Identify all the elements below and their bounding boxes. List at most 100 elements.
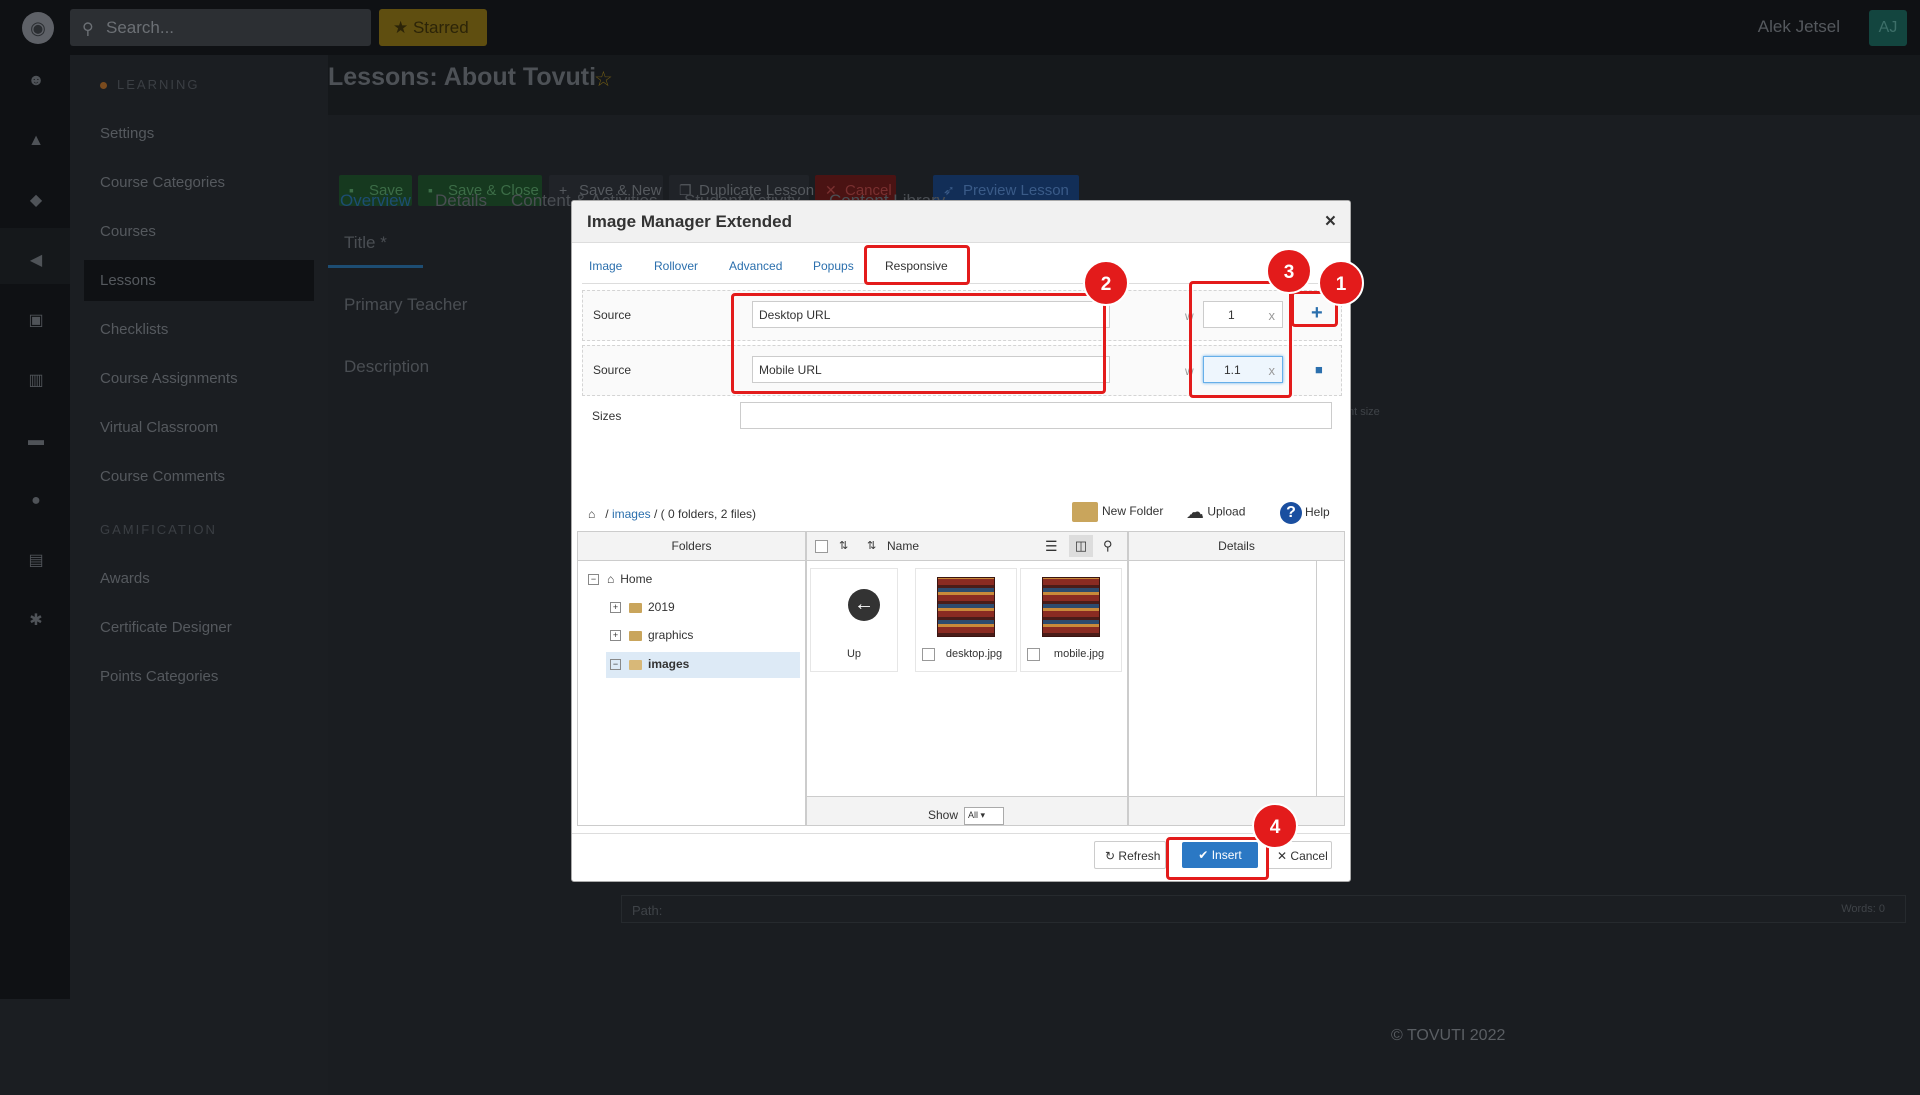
favorite-star-icon[interactable]: ☆ — [594, 67, 613, 92]
title-field-label: Title * — [344, 233, 387, 252]
sidebar-item-points-categories[interactable]: Points Categories — [100, 668, 218, 685]
megaphone-icon[interactable]: ◀ — [25, 250, 47, 272]
breadcrumb-info: ( 0 folders, 2 files) — [660, 507, 757, 521]
tree-label: Home — [620, 572, 653, 586]
file-tile-mobile[interactable]: mobile.jpg — [1020, 568, 1122, 672]
collapse-icon[interactable]: − — [610, 659, 621, 671]
show-select-value: All — [968, 810, 979, 820]
page-title: Lessons: About Tovuti — [328, 63, 597, 91]
list-view-icon[interactable]: ☰ — [1045, 532, 1058, 560]
show-select[interactable]: All ▾ — [964, 807, 1005, 825]
help-label: Help — [1305, 505, 1330, 520]
file-tile-up[interactable]: ← Up — [810, 568, 898, 672]
sidebar-item-courses[interactable]: Courses — [100, 223, 156, 240]
source-label: Source — [593, 363, 632, 377]
close-icon: ✕ — [1277, 849, 1288, 863]
name-column-header[interactable]: Name — [887, 532, 919, 560]
tree-item-2019[interactable]: +2019 — [610, 600, 675, 614]
palette-icon[interactable]: ● — [25, 490, 47, 512]
new-folder-label: New Folder — [1102, 504, 1164, 519]
shapes-icon[interactable]: ▲ — [25, 130, 47, 152]
upload-button[interactable]: ☁ Upload — [1186, 502, 1245, 523]
help-button[interactable]: ? Help — [1280, 502, 1330, 524]
bookshelf-thumbnail — [937, 577, 995, 637]
tree-label: images — [648, 657, 690, 671]
sizes-label: Sizes — [592, 409, 622, 423]
breadcrumb-sep: / — [653, 507, 658, 521]
comment-icon[interactable]: ▬ — [25, 430, 47, 452]
preview-label: Preview Lesson — [963, 182, 1069, 199]
tree-label: graphics — [648, 628, 694, 642]
video-icon[interactable]: ▣ — [25, 310, 47, 332]
graduation-cap-icon[interactable]: ◆ — [25, 190, 47, 212]
description-field-label: Description — [344, 357, 430, 376]
tree-item-images[interactable]: − images — [610, 657, 689, 671]
breadcrumb-images-link[interactable]: images — [612, 507, 651, 521]
new-folder-button[interactable]: New Folder — [1072, 502, 1163, 522]
refresh-icon: ↻ — [1105, 849, 1116, 863]
users-icon[interactable]: ☻ — [25, 70, 47, 92]
details-scrollbar[interactable] — [1316, 561, 1344, 797]
sidebar-item-certificate-designer[interactable]: Certificate Designer — [100, 619, 232, 636]
font-size-select[interactable]: nt size — [1348, 406, 1380, 418]
highlight-responsive-tab — [864, 245, 970, 285]
sidebar-item-awards[interactable]: Awards — [100, 570, 150, 587]
sidebar-item-checklists[interactable]: Checklists — [100, 321, 168, 338]
sidebar-item-course-assignments[interactable]: Course Assignments — [100, 370, 238, 387]
collapse-icon[interactable]: − — [588, 574, 599, 586]
tree-item-graphics[interactable]: + graphics — [610, 628, 693, 642]
user-name[interactable]: Alek Jetsel — [1758, 17, 1840, 37]
expand-icon[interactable]: + — [610, 602, 621, 614]
teacher-field-label: Primary Teacher — [344, 295, 468, 314]
search-input[interactable]: ⚲ Search... — [70, 9, 371, 46]
tovuti-logo-icon[interactable]: ◉ — [22, 12, 54, 44]
tab-overview[interactable]: Overview — [340, 191, 411, 211]
search-icon[interactable]: ⚲ — [1103, 532, 1113, 560]
callout-badge-2: 2 — [1083, 260, 1129, 306]
section-dot-icon — [100, 82, 107, 90]
sidebar-item-virtual-classroom[interactable]: Virtual Classroom — [100, 419, 218, 436]
expand-icon[interactable]: + — [610, 630, 621, 642]
editor-path: Path: — [632, 903, 663, 918]
search-icon: ⚲ — [82, 21, 94, 38]
avatar[interactable]: AJ — [1869, 10, 1907, 46]
calendar-icon[interactable]: ▤ — [25, 550, 47, 572]
dialog-tab-advanced[interactable]: Advanced — [729, 259, 782, 273]
dialog-tab-popups[interactable]: Popups — [813, 259, 854, 273]
highlight-url-inputs — [731, 293, 1106, 394]
dialog-tab-image[interactable]: Image — [589, 259, 622, 273]
folder-icon — [629, 630, 642, 641]
file-name: mobile.jpg — [1053, 648, 1105, 660]
folder-icon — [1072, 502, 1098, 522]
refresh-label: Refresh — [1118, 849, 1161, 863]
bookshelf-thumbnail — [1042, 577, 1100, 637]
select-all-checkbox[interactable] — [815, 540, 828, 553]
sidebar-item-course-categories[interactable]: Course Categories — [100, 174, 225, 191]
cancel-dialog-label: Cancel — [1290, 849, 1328, 863]
gear-icon[interactable]: ✱ — [25, 610, 47, 632]
sidebar-item-settings[interactable]: Settings — [100, 125, 154, 142]
dialog-tab-rollover[interactable]: Rollover — [654, 259, 698, 273]
refresh-button[interactable]: ↻ Refresh — [1094, 841, 1166, 869]
sidebar-item-course-comments[interactable]: Course Comments — [100, 468, 225, 485]
delete-source-trash-icon[interactable]: ■ — [1315, 362, 1323, 377]
sidebar-section-learning: LEARNING — [100, 77, 199, 92]
sort-numeric-icon[interactable]: ⇅ — [839, 532, 848, 560]
editor-status-bar: Path: Words: 0 — [621, 895, 1906, 923]
grid-view-icon[interactable]: ◫ — [1069, 535, 1093, 557]
word-count: Words: 0 — [1841, 903, 1885, 915]
file-name: desktop.jpg — [945, 648, 1003, 660]
chart-icon[interactable]: ▥ — [25, 370, 47, 392]
home-icon[interactable]: ⌂ — [588, 507, 595, 521]
starred-button[interactable]: ★ Starred — [379, 9, 487, 46]
details-header: Details — [1129, 532, 1344, 561]
sizes-input[interactable] — [740, 402, 1332, 429]
sort-alpha-icon[interactable]: ⇅ — [867, 532, 876, 560]
sidebar-item-lessons[interactable]: Lessons — [100, 272, 156, 289]
tab-details[interactable]: Details — [435, 191, 487, 211]
cloud-upload-icon: ☁ — [1186, 502, 1204, 522]
file-tile-desktop[interactable]: desktop.jpg — [915, 568, 1017, 672]
folders-header: Folders — [578, 532, 805, 561]
dialog-close-icon[interactable]: × — [1325, 211, 1336, 233]
tree-item-home[interactable]: − ⌂ Home — [588, 572, 652, 586]
